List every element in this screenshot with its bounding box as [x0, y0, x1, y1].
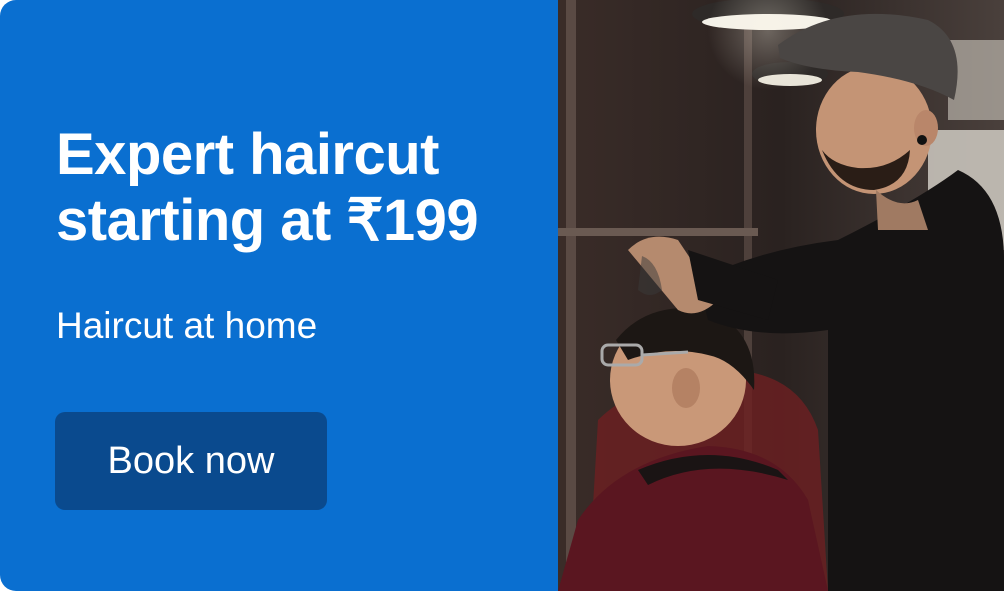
headline-line-2: starting at ₹199 — [56, 188, 479, 253]
promo-subtitle: Haircut at home — [56, 305, 318, 346]
barber-photo — [558, 0, 1004, 591]
headline-line-1: Expert haircut — [56, 122, 440, 187]
promo-headline: Expert haircut starting at ₹199 — [56, 122, 546, 254]
book-now-button[interactable]: Book now — [55, 412, 327, 510]
promo-panel: Expert haircut starting at ₹199 Haircut … — [0, 0, 558, 591]
promo-banner[interactable]: Expert haircut starting at ₹199 Haircut … — [0, 0, 1004, 591]
barber-illustration — [558, 0, 1004, 591]
